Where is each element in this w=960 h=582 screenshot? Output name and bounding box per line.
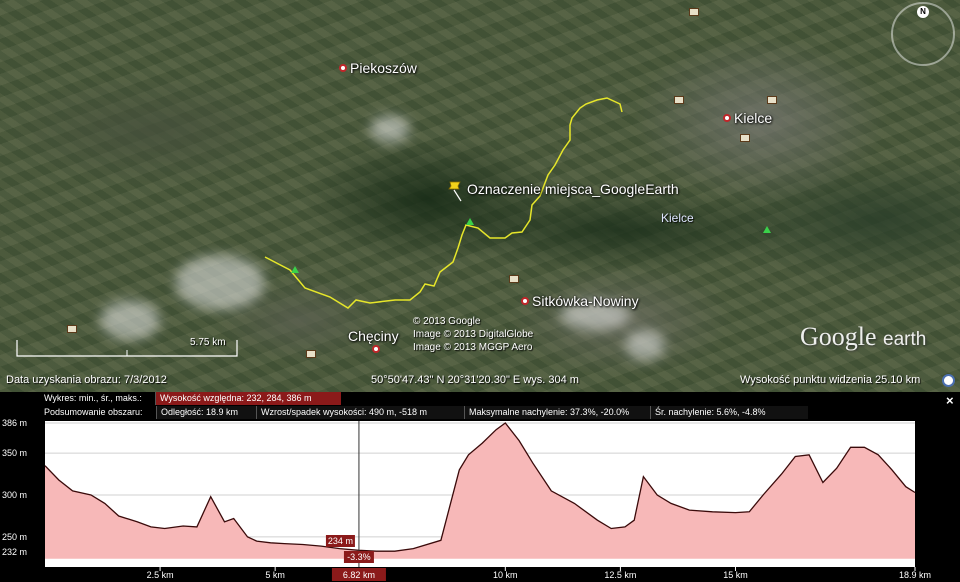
imagery-copyright: © 2013 Google Image © 2013 DigitalGlobe …: [413, 316, 534, 353]
x-tick-label: 18.9 km: [899, 570, 931, 580]
landmark-icon: [740, 134, 750, 142]
summary-avg-slope[interactable]: Śr. nachylenie: 5.6%, -4.8%: [650, 406, 808, 419]
cursor-distance-label: 6.82 km: [343, 570, 375, 580]
imagery-date: Data uzyskania obrazu: 7/3/2012: [6, 374, 167, 386]
google-earth-logo: Google earth: [800, 322, 927, 351]
waypoint-marker: [466, 218, 474, 225]
eye-altitude: Wysokość punktu widzenia 25.10 km: [740, 374, 921, 386]
chart-stats-label: Wykres: min., śr., maks.:: [40, 392, 154, 405]
y-tick-label: 250 m: [2, 532, 27, 542]
route-path[interactable]: [264, 97, 623, 309]
landmark-icon: [306, 350, 316, 358]
summary-elevation-gain-loss[interactable]: Wzrost/spadek wysokości: 490 m, -518 m: [256, 406, 464, 419]
elevation-chart[interactable]: 386 m 350 m 300 m 250 m 232 m 2.5 km 5 km 10 km…: [0, 419, 960, 582]
cursor-elevation-label: 234 m: [328, 536, 353, 546]
place-sitkowka-nowiny[interactable]: Sitkówka-Nowiny: [521, 293, 639, 309]
view-status-icon: [942, 374, 955, 387]
waypoint-marker: [763, 226, 771, 233]
place-checiny[interactable]: Chęciny: [348, 328, 399, 353]
landmark-icon: [767, 96, 777, 104]
relative-elevation-option[interactable]: Wysokość względna: 232, 284, 386 m: [155, 392, 341, 405]
place-dot-icon: [372, 345, 380, 353]
chart-stats-row: Wykres: min., śr., maks.: Wysokość wzglę…: [0, 392, 940, 405]
summary-row: Podsumowanie obszaru: Odległość: 18.9 km…: [0, 406, 808, 419]
x-tick-label: 12.5 km: [604, 570, 636, 580]
cursor-slope-label: -3.3%: [347, 552, 371, 562]
landmark-icon: [509, 275, 519, 283]
pushpin-icon[interactable]: [447, 180, 465, 202]
place-dot-icon: [339, 64, 347, 72]
y-tick-label: 300 m: [2, 490, 27, 500]
place-dot-icon: [521, 297, 529, 305]
north-indicator-icon[interactable]: N: [917, 6, 929, 18]
place-dot-icon: [723, 114, 731, 122]
scale-label: 5.75 km: [190, 337, 226, 348]
map-view[interactable]: Piekoszów Kielce Sitkówka-Nowiny Chęciny…: [0, 0, 960, 392]
region-label: Kielce: [661, 211, 694, 225]
summary-max-slope[interactable]: Maksymalne nachylenie: 37.3%, -20.0%: [464, 406, 650, 419]
y-tick-label: 386 m: [2, 419, 27, 428]
landmark-icon: [67, 325, 77, 333]
x-tick-label: 5 km: [265, 570, 285, 580]
place-piekoszow[interactable]: Piekoszów: [339, 60, 417, 76]
waypoint-marker: [291, 266, 299, 273]
x-tick-label: 15 km: [723, 570, 748, 580]
y-tick-label: 232 m: [2, 547, 27, 557]
close-icon[interactable]: ×: [946, 393, 954, 408]
cursor-coordinates: 50°50'47.43" N 20°31'20.30" E wys. 304 m: [371, 374, 579, 386]
summary-label: Podsumowanie obszaru:: [40, 406, 156, 419]
landmark-icon: [674, 96, 684, 104]
summary-distance[interactable]: Odległość: 18.9 km: [156, 406, 256, 419]
place-kielce[interactable]: Kielce: [723, 110, 772, 126]
landmark-icon: [689, 8, 699, 16]
status-bar: Data uzyskania obrazu: 7/3/2012 50°50'47…: [0, 372, 960, 390]
x-axis-band: [0, 567, 960, 582]
y-tick-label: 350 m: [2, 448, 27, 458]
x-tick-label: 2.5 km: [147, 570, 174, 580]
x-tick-label: 10 km: [493, 570, 518, 580]
placemark-label[interactable]: Oznaczenie miejsca_GoogleEarth: [467, 181, 679, 197]
